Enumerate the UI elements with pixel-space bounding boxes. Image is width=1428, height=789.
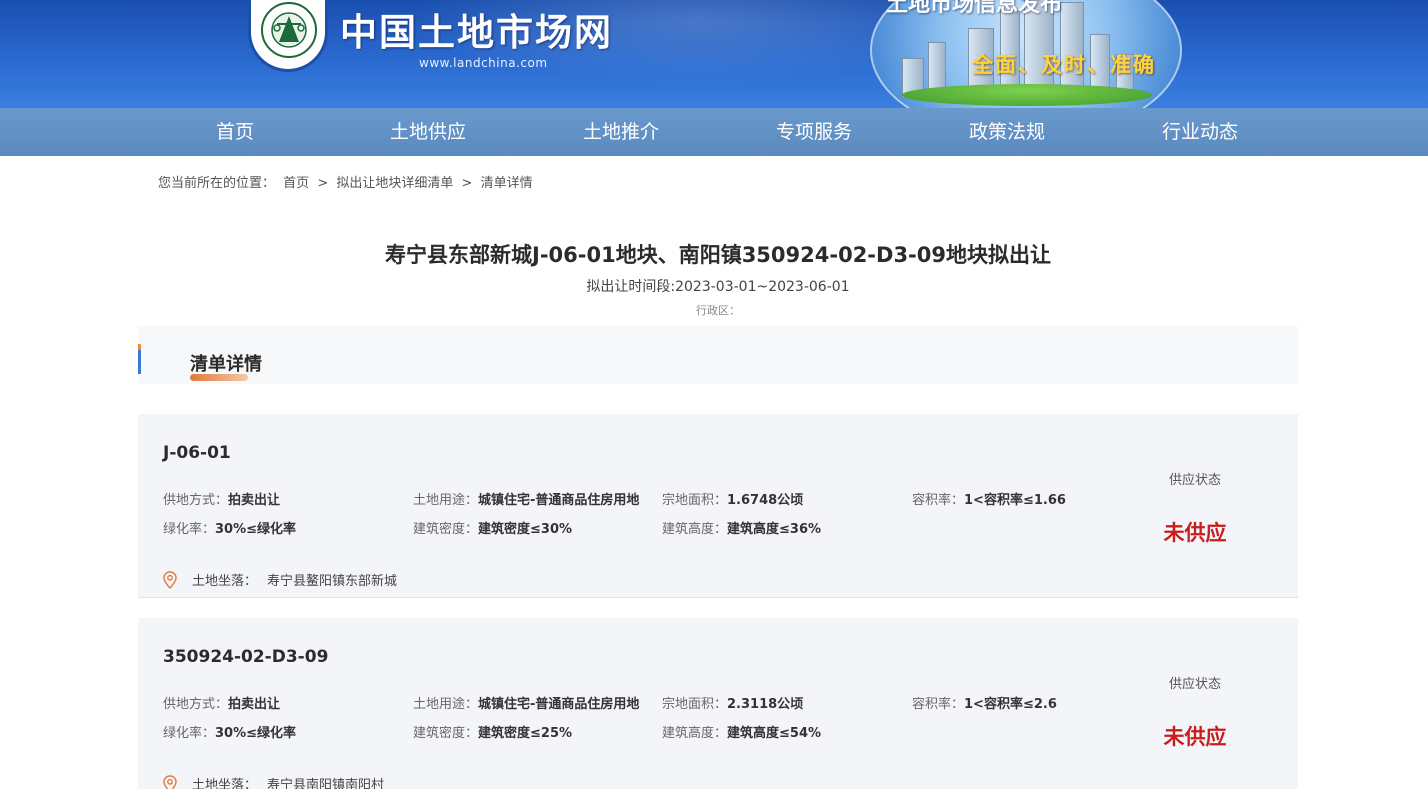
administrative-region: 行政区： xyxy=(696,304,740,317)
building-height-label: 建筑高度： xyxy=(662,726,728,741)
plot-ratio-field: 容积率：1<容积率≤2.6 xyxy=(912,693,1057,712)
building-density-field: 建筑密度：建筑密度≤25% xyxy=(413,722,572,741)
building-height-label: 建筑高度： xyxy=(662,522,728,537)
green-rate-label: 绿化率： xyxy=(163,522,216,537)
area-value: 1.6748公顷 xyxy=(727,493,804,508)
main-nav: 首页 土地供应 土地推介 专项服务 政策法规 行业动态 xyxy=(0,108,1428,156)
site-title[interactable]: 中国土地市场网 xyxy=(340,2,613,56)
land-use-field: 土地用途：城镇住宅-普通商品住房用地 xyxy=(413,489,639,508)
green-rate-field: 绿化率：30%≤绿化率 xyxy=(163,518,296,537)
supply-status-label: 供应状态 xyxy=(1168,677,1221,692)
nav-item-industry-news[interactable]: 行业动态 xyxy=(1130,108,1270,156)
building-height-value: 建筑高度≤54% xyxy=(727,726,822,741)
area-label: 宗地面积： xyxy=(662,697,728,712)
supply-method-field: 供地方式：拍卖出让 xyxy=(163,489,280,508)
breadcrumb: 您当前所在的位置： 首页 > 拟出让地块详细清单 > 清单详情 xyxy=(158,172,537,191)
transfer-period: 拟出让时间段:2023-03-01~2023-06-01 xyxy=(586,279,850,295)
area-field: 宗地面积：2.3118公顷 xyxy=(662,693,803,712)
building-height-field: 建筑高度：建筑高度≤54% xyxy=(662,722,821,741)
land-location: 土地坐落： 寿宁县南阳镇南阳村 xyxy=(162,774,384,789)
location-label: 土地坐落： xyxy=(192,574,258,589)
supply-method-value: 拍卖出让 xyxy=(228,697,281,712)
breadcrumb-home[interactable]: 首页 xyxy=(283,176,309,191)
location-value: 寿宁县南阳镇南阳村 xyxy=(267,778,385,789)
building-height-value: 建筑高度≤36% xyxy=(727,522,822,537)
nav-item-special-services[interactable]: 专项服务 xyxy=(744,108,884,156)
nav-item-home[interactable]: 首页 xyxy=(165,108,305,156)
parcel-card: J-06-01 供地方式：拍卖出让 土地用途：城镇住宅-普通商品住房用地 宗地面… xyxy=(138,414,1298,598)
land-use-value: 城镇住宅-普通商品住房用地 xyxy=(478,493,640,508)
green-rate-value: 30%≤绿化率 xyxy=(215,522,297,537)
nav-item-policy-regulation[interactable]: 政策法规 xyxy=(937,108,1077,156)
site-banner: 中国土地市场网 www.landchina.com 土地市场信息发布 全面、及时… xyxy=(0,0,1428,108)
land-location: 土地坐落： 寿宁县鳌阳镇东部新城 xyxy=(162,570,397,589)
nav-item-land-promotion[interactable]: 土地推介 xyxy=(551,108,691,156)
location-pin-icon xyxy=(163,774,177,789)
breadcrumb-current: 清单详情 xyxy=(480,176,533,191)
landchina-logo[interactable] xyxy=(248,0,328,72)
green-rate-field: 绿化率：30%≤绿化率 xyxy=(163,722,296,741)
logo-scales-icon xyxy=(261,2,317,58)
location-pin-icon xyxy=(163,570,177,589)
land-use-value: 城镇住宅-普通商品住房用地 xyxy=(478,697,640,712)
parcel-card: 350924-02-D3-09 供地方式：拍卖出让 土地用途：城镇住宅-普通商品… xyxy=(138,618,1298,789)
supply-method-field: 供地方式：拍卖出让 xyxy=(163,693,280,712)
plot-ratio-field: 容积率：1<容积率≤1.66 xyxy=(912,489,1066,508)
site-url: www.landchina.com xyxy=(419,56,548,70)
page-title: 寿宁县东部新城J-06-01地块、南阳镇350924-02-D3-09地块拟出让 xyxy=(385,243,1051,267)
plot-ratio-value: 1<容积率≤1.66 xyxy=(964,493,1066,508)
land-use-label: 土地用途： xyxy=(413,493,479,508)
supply-status-badge: 未供应 xyxy=(1163,725,1227,749)
breadcrumb-separator: > xyxy=(317,176,329,191)
section-title-underline xyxy=(190,374,248,381)
section-title: 清单详情 xyxy=(190,354,262,375)
building-density-label: 建筑密度： xyxy=(413,522,479,537)
building-density-value: 建筑密度≤30% xyxy=(478,522,573,537)
breadcrumb-separator: > xyxy=(461,176,473,191)
building-density-label: 建筑密度： xyxy=(413,726,479,741)
section-header: 清单详情 xyxy=(138,326,1298,384)
area-label: 宗地面积： xyxy=(662,493,728,508)
area-field: 宗地面积：1.6748公顷 xyxy=(662,489,803,508)
area-value: 2.3118公顷 xyxy=(727,697,804,712)
parcel-code: J-06-01 xyxy=(163,443,231,463)
location-label: 土地坐落： xyxy=(192,778,258,789)
parcel-code: 350924-02-D3-09 xyxy=(163,647,329,667)
supply-status-badge: 未供应 xyxy=(1163,521,1227,545)
supply-status-label: 供应状态 xyxy=(1168,473,1221,488)
building-density-field: 建筑密度：建筑密度≤30% xyxy=(413,518,572,537)
supply-method-value: 拍卖出让 xyxy=(228,493,281,508)
green-rate-value: 30%≤绿化率 xyxy=(215,726,297,741)
banner-headline: 土地市场信息发布 xyxy=(886,0,1063,17)
plot-ratio-label: 容积率： xyxy=(912,493,965,508)
location-value: 寿宁县鳌阳镇东部新城 xyxy=(267,574,398,589)
plot-ratio-value: 1<容积率≤2.6 xyxy=(964,697,1057,712)
supply-method-label: 供地方式： xyxy=(163,697,229,712)
supply-method-label: 供地方式： xyxy=(163,493,229,508)
breadcrumb-prefix: 您当前所在的位置： xyxy=(158,176,276,191)
nav-item-land-supply[interactable]: 土地供应 xyxy=(358,108,498,156)
breadcrumb-list[interactable]: 拟出让地块详细清单 xyxy=(336,176,453,191)
building-density-value: 建筑密度≤25% xyxy=(478,726,573,741)
building-height-field: 建筑高度：建筑高度≤36% xyxy=(662,518,821,537)
plot-ratio-label: 容积率： xyxy=(912,697,965,712)
land-use-field: 土地用途：城镇住宅-普通商品住房用地 xyxy=(413,693,639,712)
banner-slogan: 全面、及时、准确 xyxy=(972,53,1156,77)
land-use-label: 土地用途： xyxy=(413,697,479,712)
section-accent-bar xyxy=(138,344,141,374)
green-rate-label: 绿化率： xyxy=(163,726,216,741)
